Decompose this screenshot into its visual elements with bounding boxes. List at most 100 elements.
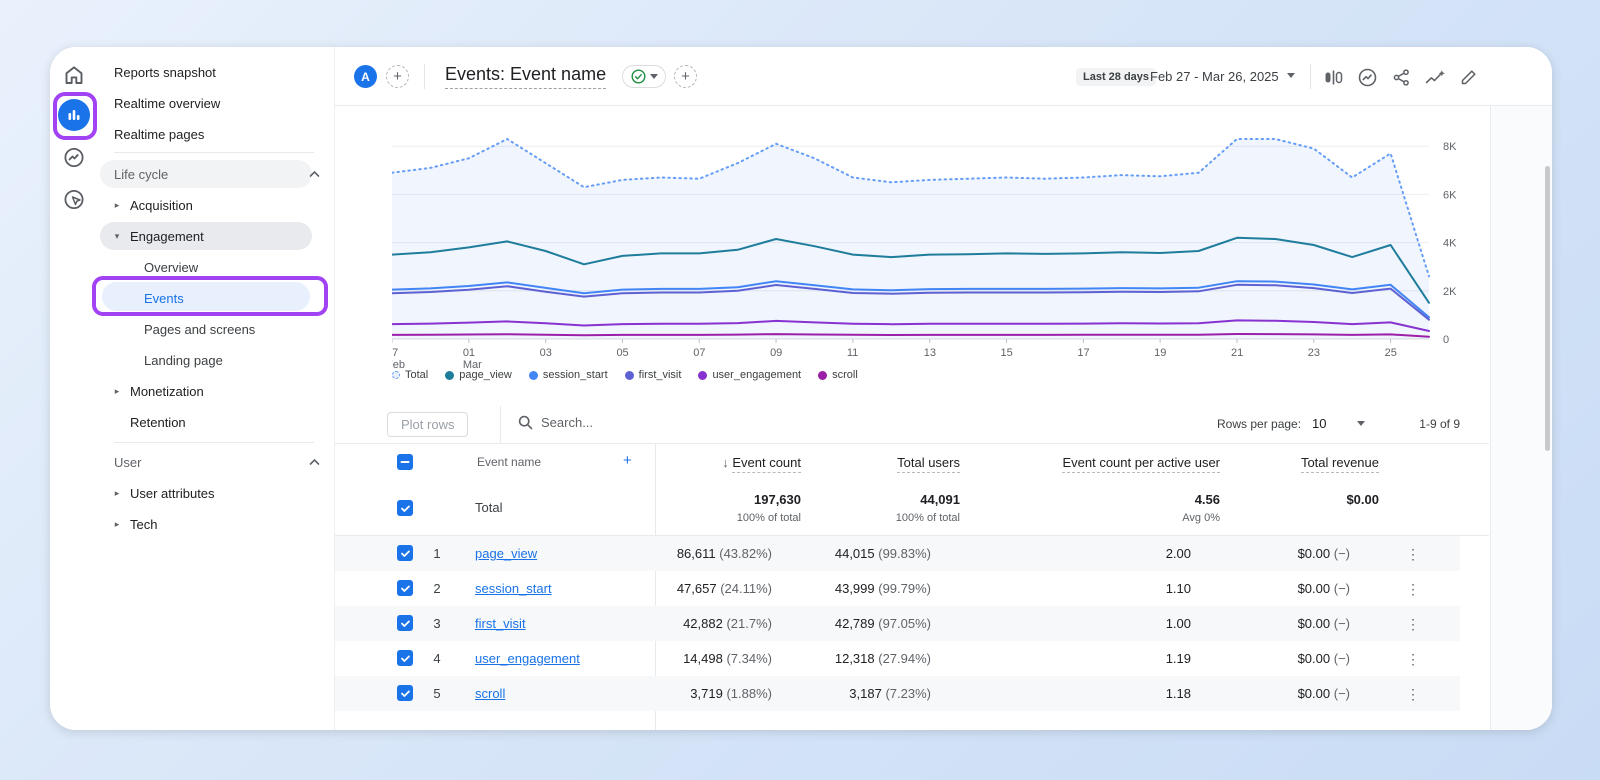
row-menu-icon[interactable]: ⋮ (1403, 684, 1423, 704)
row-menu-icon[interactable]: ⋮ (1403, 579, 1423, 599)
sidebar-item-events[interactable]: Events (98, 283, 334, 313)
svg-text:4K: 4K (1443, 238, 1457, 250)
chevron-up-icon[interactable] (309, 459, 320, 466)
expand-down-icon[interactable]: ▾ (108, 231, 126, 242)
edit-pencil-icon[interactable] (1458, 66, 1480, 88)
sidebar-item-overview[interactable]: Overview (98, 252, 334, 282)
home-icon[interactable] (63, 65, 85, 85)
sidebar-item-monetization[interactable]: ▸ Monetization (98, 376, 334, 406)
total-revenue: $0.00 (1346, 492, 1379, 507)
svg-text:23: 23 (1308, 347, 1320, 359)
sidebar-item-acquisition[interactable]: ▸ Acquisition (98, 190, 334, 220)
chevron-up-icon[interactable] (309, 171, 320, 178)
rows-per-page-label: Rows per page: (1217, 417, 1301, 431)
row-menu-icon[interactable]: ⋮ (1403, 544, 1423, 564)
sidebar-item-landing-page[interactable]: Landing page (98, 345, 334, 375)
row-checkbox[interactable] (397, 545, 413, 561)
expand-right-icon[interactable]: ▸ (108, 519, 126, 530)
report-nav-sidebar: Reports snapshot Realtime overview Realt… (98, 47, 335, 730)
total-per-user-subtext: Avg 0% (1182, 512, 1220, 524)
explore-icon[interactable] (63, 146, 86, 169)
series-dot-icon (529, 371, 538, 380)
add-report-tab-button[interactable]: + (674, 65, 697, 88)
event-name-link[interactable]: user_engagement (475, 651, 580, 666)
sidebar-group-user[interactable]: User (98, 447, 334, 477)
svg-text:27: 27 (392, 347, 398, 359)
legend-item-scroll[interactable]: scroll (818, 369, 858, 381)
svg-text:11: 11 (847, 347, 858, 359)
sidebar-group-life-cycle[interactable]: Life cycle (98, 159, 334, 189)
plot-rows-button[interactable]: Plot rows (387, 412, 468, 437)
date-range-preset-badge: Last 28 days (1076, 68, 1156, 86)
row-checkbox[interactable] (397, 685, 413, 701)
add-comparison-icon[interactable] (1322, 66, 1344, 88)
table-row[interactable]: 5 scroll 3,719 (1.88%) 3,187 (7.23%) 1.1… (335, 676, 1460, 711)
legend-item-user-engagement[interactable]: user_engagement (698, 369, 801, 381)
vertical-scrollbar[interactable] (1545, 166, 1550, 451)
sidebar-item-pages-and-screens[interactable]: Pages and screens (98, 314, 334, 344)
table-toolbar: Plot rows Search... Rows per page: 10 1-… (335, 406, 1489, 444)
sidebar-item-retention[interactable]: Retention (98, 407, 334, 437)
header-divider (1310, 64, 1311, 89)
chevron-down-icon[interactable] (1287, 73, 1295, 78)
insights-circle-icon[interactable] (1356, 66, 1378, 88)
event-name-link[interactable]: first_visit (475, 616, 526, 631)
table-row[interactable]: 4 user_engagement 14,498 (7.34%) 12,318 … (335, 641, 1460, 676)
events-trend-line-chart[interactable]: 02K4K6K8K27Feb01Mar030507091113151719212… (392, 109, 1492, 377)
svg-text:13: 13 (924, 347, 936, 359)
chevron-down-icon[interactable] (1357, 421, 1365, 426)
table-search-input[interactable]: Search... (518, 415, 593, 430)
row-checkbox[interactable] (397, 580, 413, 596)
sidebar-item-realtime-overview[interactable]: Realtime overview (98, 88, 334, 118)
avatar[interactable]: A (354, 65, 377, 88)
reports-icon[interactable] (58, 99, 90, 131)
legend-item-first-visit[interactable]: first_visit (625, 369, 682, 381)
sidebar-item-realtime-pages[interactable]: Realtime pages (98, 119, 334, 149)
page-title[interactable]: Events: Event name (445, 64, 606, 89)
row-checkbox[interactable] (397, 650, 413, 666)
total-series-dot-icon (392, 371, 400, 379)
event-name-link[interactable]: session_start (475, 581, 552, 596)
table-row[interactable]: 3 first_visit 42,882 (21.7%) 42,789 (97.… (335, 606, 1460, 641)
sidebar-item-user-attributes[interactable]: ▸ User attributes (98, 478, 334, 508)
date-range-picker[interactable]: Feb 27 - Mar 26, 2025 (1150, 69, 1279, 84)
expand-right-icon[interactable]: ▸ (108, 386, 126, 397)
svg-text:25: 25 (1385, 347, 1397, 359)
event-name-link[interactable]: scroll (475, 686, 505, 701)
svg-text:01: 01 (463, 347, 475, 359)
column-header-event-count[interactable]: ↓ Event count (722, 455, 801, 470)
insights-sparkline-icon[interactable] (1424, 66, 1446, 88)
column-header-event-count-per-active-user[interactable]: Event count per active user (1062, 455, 1220, 470)
chevron-down-icon (650, 74, 658, 79)
row-checkbox[interactable] (397, 500, 413, 516)
rows-per-page-select[interactable]: 10 (1312, 416, 1326, 431)
legend-item-page-view[interactable]: page_view (445, 369, 512, 381)
select-all-checkbox[interactable] (397, 454, 413, 470)
sidebar-item-reports-snapshot[interactable]: Reports snapshot (98, 57, 334, 87)
sidebar-item-engagement[interactable]: ▾ Engagement (98, 221, 334, 251)
row-menu-icon[interactable]: ⋮ (1403, 614, 1423, 634)
table-row[interactable]: 2 session_start 47,657 (24.11%) 43,999 (… (335, 571, 1460, 606)
table-row[interactable]: 1 page_view 86,611 (43.82%) 44,015 (99.8… (335, 536, 1460, 571)
column-header-event-name[interactable]: Event name (477, 455, 541, 469)
event-name-link[interactable]: page_view (475, 546, 537, 561)
row-index: 3 (423, 616, 451, 631)
advertising-icon[interactable] (63, 188, 86, 211)
share-icon[interactable] (1390, 66, 1412, 88)
column-header-total-users[interactable]: Total users (897, 455, 960, 470)
report-header: A + Events: Event name + Last 28 days Fe… (335, 47, 1552, 106)
series-dot-icon (818, 371, 827, 380)
header-divider (424, 64, 425, 89)
row-checkbox[interactable] (397, 615, 413, 631)
sidebar-item-tech[interactable]: ▸ Tech (98, 509, 334, 539)
report-valid-badge[interactable] (622, 65, 666, 88)
expand-right-icon[interactable]: ▸ (108, 200, 126, 211)
column-header-total-revenue[interactable]: Total revenue (1301, 455, 1379, 470)
legend-item-session-start[interactable]: session_start (529, 369, 608, 381)
expand-right-icon[interactable]: ▸ (108, 488, 126, 499)
add-column-icon[interactable]: + (623, 452, 632, 469)
legend-item-total[interactable]: Total (392, 369, 428, 381)
row-menu-icon[interactable]: ⋮ (1403, 649, 1423, 669)
svg-text:17: 17 (1077, 347, 1089, 359)
add-segment-button[interactable]: + (386, 65, 409, 88)
